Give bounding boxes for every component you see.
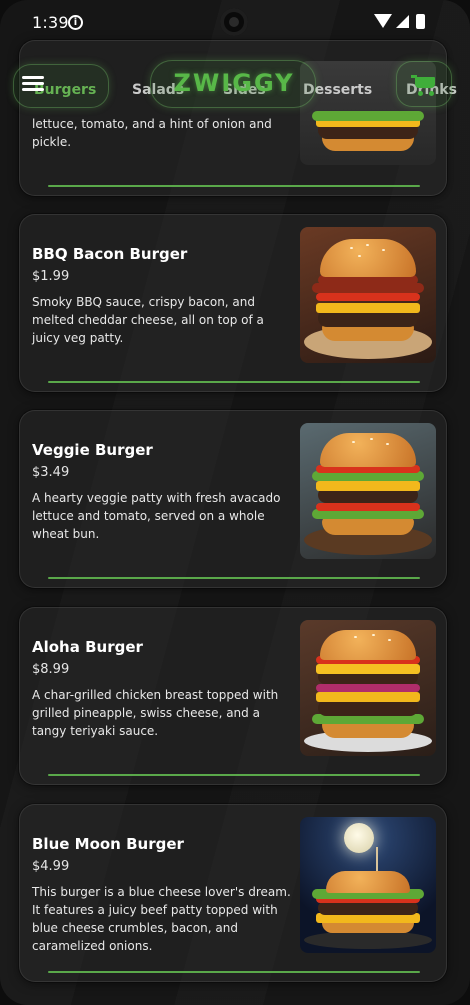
item-description: Smoky BBQ sauce, crispy bacon, and melte… [32, 295, 264, 345]
app-logo: ZWIGGY [173, 69, 295, 97]
item-name: BBQ Bacon Burger [32, 245, 188, 263]
signal-icon [396, 15, 409, 28]
item-description: lettuce, tomato, and a hint of onion and… [32, 117, 272, 149]
card-divider [48, 971, 420, 973]
menu-item-card[interactable]: Aloha Burger $8.99 A char-grilled chicke… [19, 607, 447, 785]
wifi-icon [374, 14, 392, 28]
item-image [300, 227, 436, 363]
cart-button[interactable] [396, 61, 452, 107]
menu-list[interactable]: lettuce, tomato, and a hint of onion and… [0, 0, 470, 1005]
menu-item-card[interactable]: Veggie Burger $3.49 A hearty veggie patt… [19, 410, 447, 588]
item-description: A hearty veggie patty with fresh avacado… [32, 491, 281, 541]
status-time: 1:39 [32, 13, 69, 32]
menu-button[interactable] [13, 64, 109, 108]
item-image [300, 423, 436, 559]
menu-item-card[interactable]: BBQ Bacon Burger $1.99 Smoky BBQ sauce, … [19, 214, 447, 392]
hamburger-menu-icon [22, 76, 44, 92]
item-description: This burger is a blue cheese lover's dre… [32, 885, 291, 953]
info-icon: i [68, 15, 83, 30]
status-bar: 1:39 i [0, 0, 470, 46]
system-icons [374, 14, 434, 30]
item-description: A char-grilled chicken breast topped wit… [32, 688, 279, 738]
item-name: Aloha Burger [32, 638, 143, 656]
battery-icon [416, 14, 425, 29]
item-image [300, 817, 436, 953]
card-divider [48, 577, 420, 579]
item-image [300, 620, 436, 756]
item-price: $1.99 [32, 269, 70, 284]
card-divider [48, 185, 420, 187]
card-divider [48, 774, 420, 776]
logo-pill: ZWIGGY [150, 60, 316, 108]
front-camera [220, 8, 248, 36]
header-bar: Burgers Salads Sides Desserts Drinks ZWI… [0, 58, 470, 120]
item-price: $3.49 [32, 465, 70, 480]
phone-screen: lettuce, tomato, and a hint of onion and… [0, 0, 470, 1005]
menu-item-card[interactable]: Blue Moon Burger $4.99 This burger is a … [19, 804, 447, 982]
shopping-cart-icon [411, 75, 437, 97]
item-name: Blue Moon Burger [32, 835, 184, 853]
item-price: $4.99 [32, 859, 70, 874]
item-name: Veggie Burger [32, 441, 153, 459]
item-price: $8.99 [32, 662, 70, 677]
card-divider [48, 381, 420, 383]
